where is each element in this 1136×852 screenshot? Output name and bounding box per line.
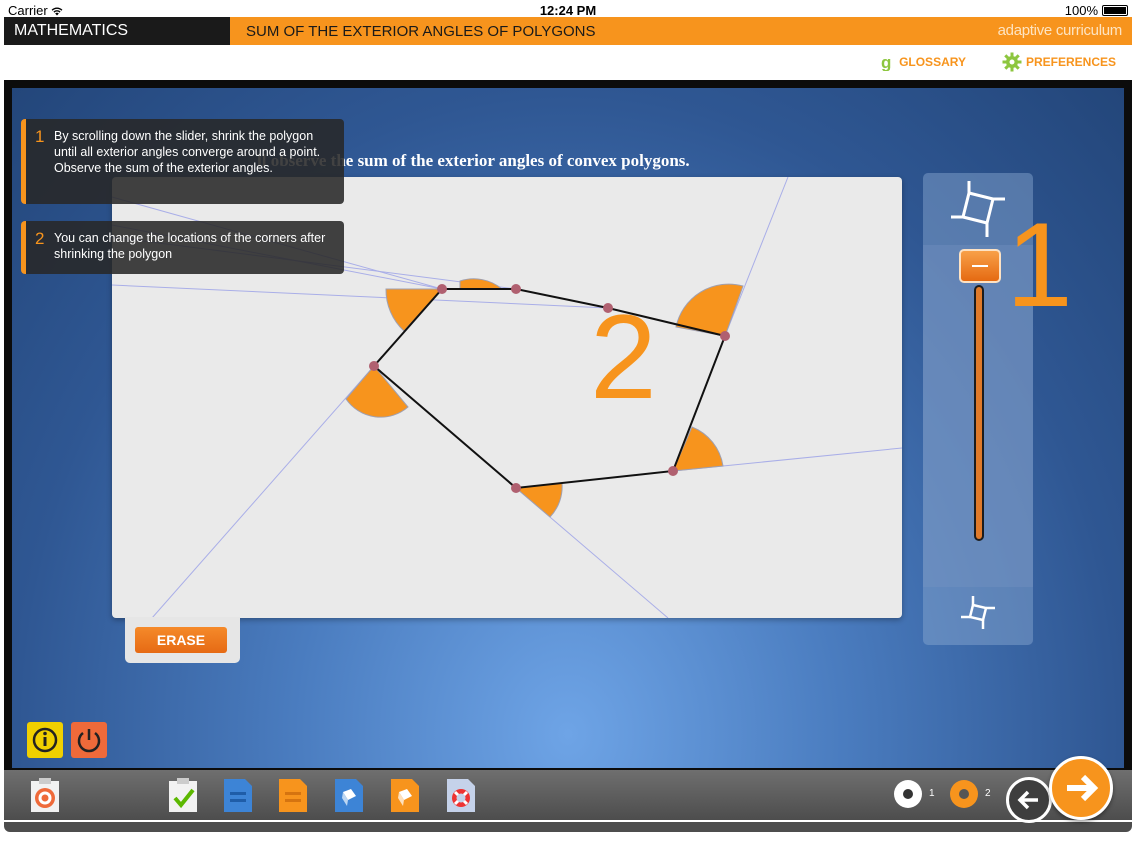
hint-text: By scrolling down the slider, shrink the… [54, 129, 321, 175]
slider-track[interactable] [974, 285, 984, 541]
lesson-title: SUM OF THE EXTERIOR ANGLES OF POLYGONS [246, 23, 596, 40]
small-polygon-icon [961, 596, 995, 629]
blue-document-icon[interactable] [221, 776, 255, 814]
gear-icon [1002, 52, 1022, 72]
erase-tray: ERASE [125, 617, 240, 663]
hint-tooltip-1: 1 By scrolling down the slider, shrink t… [21, 119, 344, 204]
page-label-1: 1 [929, 788, 935, 799]
vertex-handle[interactable] [437, 284, 447, 294]
app-root: Carrier 12:24 PM 100% MATHEMATICS SUM OF… [0, 0, 1136, 852]
power-button[interactable] [71, 722, 107, 758]
checklist-icon[interactable] [166, 776, 200, 814]
subject-title: MATHEMATICS [4, 17, 230, 45]
info-button[interactable] [27, 722, 63, 758]
page-indicator-2[interactable] [950, 780, 978, 808]
orange-cube-document-icon[interactable] [388, 776, 422, 814]
page-dot-icon [903, 789, 913, 799]
clipboard-target-icon[interactable] [28, 776, 62, 814]
next-button[interactable] [1049, 756, 1113, 820]
hint-tooltip-2: 2 You can change the locations of the co… [21, 221, 344, 274]
erase-button[interactable]: ERASE [135, 627, 227, 653]
battery-percent: 100% [1064, 3, 1098, 18]
bottom-toolbar: 1 2 [4, 770, 1132, 820]
back-button[interactable] [1006, 777, 1052, 823]
top-links: g GLOSSARY PREFERENCES [879, 52, 1116, 72]
vertex-handle[interactable] [369, 361, 379, 371]
slider-thumb[interactable] [959, 249, 1001, 283]
brand-logo: adaptive curriculum [997, 22, 1123, 39]
vertex-handle[interactable] [668, 466, 678, 476]
lesson-title-bar: SUM OF THE EXTERIOR ANGLES OF POLYGONS a… [230, 17, 1132, 45]
glossary-label: GLOSSARY [899, 55, 966, 69]
polygon-outline [372, 288, 727, 490]
arrow-right-icon [1067, 774, 1099, 802]
power-icon [77, 729, 101, 753]
blue-cube-document-icon[interactable] [332, 776, 366, 814]
slider-step-number: 1 [1006, 198, 1073, 332]
preferences-link[interactable]: PREFERENCES [1002, 52, 1116, 72]
svg-text:g: g [881, 53, 891, 71]
hint-text: You can change the locations of the corn… [54, 231, 326, 261]
orange-document-icon[interactable] [276, 776, 310, 814]
clock: 12:24 PM [539, 3, 597, 18]
canvas-step-number: 2 [590, 290, 657, 424]
toolbar-base [4, 822, 1132, 832]
page-dot-icon [959, 789, 969, 799]
vertex-handle[interactable] [511, 483, 521, 493]
arrow-left-icon [1017, 790, 1038, 810]
info-icon [32, 727, 58, 753]
hint-number: 2 [35, 229, 45, 248]
large-polygon-icon [951, 181, 1005, 237]
preferences-label: PREFERENCES [1025, 55, 1116, 69]
glossary-link[interactable]: g GLOSSARY [879, 53, 966, 71]
status-bar: Carrier 12:24 PM 100% [0, 0, 1136, 18]
help-lifebuoy-icon[interactable] [444, 776, 478, 814]
vertex-handle[interactable] [720, 331, 730, 341]
battery-icon [1102, 5, 1128, 16]
glossary-icon: g [881, 53, 891, 71]
page-label-2: 2 [985, 788, 991, 799]
hint-number: 1 [35, 127, 45, 146]
page-indicator-1[interactable] [894, 780, 922, 808]
exterior-angles [345, 278, 744, 518]
vertex-handle[interactable] [511, 284, 521, 294]
